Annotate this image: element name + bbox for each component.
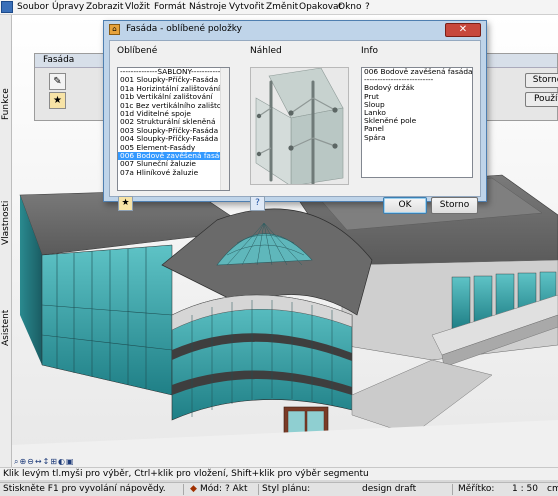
tab-funkce[interactable]: Funkce (0, 67, 12, 142)
list-item[interactable]: 007 Sluneční žaluzie (118, 160, 229, 168)
dialog-app-icon: ⌂ (109, 24, 120, 35)
menu-zmenit[interactable]: Změnit (264, 1, 300, 14)
plan-style-value[interactable]: design draft (362, 483, 416, 496)
status-hint: Klik levým tl.myši pro výběr, Ctrl+klik … (0, 467, 558, 480)
help-icon[interactable]: ? (250, 196, 265, 211)
list-item-selected[interactable]: 006 Bodově zavěšená fasáda (118, 151, 229, 161)
list-item[interactable]: 01d Viditelné spoje (118, 110, 229, 118)
mode-label: Mód: (200, 484, 223, 494)
menu-upravy[interactable]: Úpravy (50, 1, 86, 14)
tab-vlastnosti[interactable]: Vlastnosti (0, 185, 12, 260)
close-icon[interactable]: ✕ (445, 23, 481, 37)
menu-help[interactable]: ? (363, 1, 372, 14)
scale-label: Měřítko: (458, 484, 495, 494)
list-item[interactable]: 003 Sloupky-Příčky-Fasáda 60mm (118, 127, 229, 135)
list-item[interactable]: 004 Sloupky-Příčky-Fasáda 80mm (118, 135, 229, 143)
ok-button[interactable]: OK (383, 197, 427, 214)
preview-pane (250, 67, 349, 185)
list-item[interactable]: 005 Element-Fasády (118, 144, 229, 152)
view-tools-toolbar[interactable]: ⌕⊕⊖↔↕⊞◐▣ (14, 457, 114, 467)
panel-storno-button[interactable]: Storno (525, 73, 558, 88)
favorites-icon[interactable]: ★ (49, 92, 66, 109)
eyedropper-icon[interactable]: ✎ (49, 73, 66, 90)
menu-bar: Soubor Úpravy Zobrazit Vložit Formát Nás… (0, 0, 558, 15)
side-tab-strip: Funkce Vlastnosti Asistent (0, 15, 12, 467)
favorites-dialog: ⌂ Fasáda - oblíbené položky ✕ Oblíbené N… (103, 20, 487, 214)
menu-zobrazit[interactable]: Zobrazit (84, 1, 125, 14)
status-separator (183, 484, 184, 495)
favorites-list[interactable]: --------------ŠABLONY----------------- 0… (117, 67, 230, 191)
list-item[interactable]: 01a Horizintální zalištování (118, 85, 229, 93)
info-line: Spára (364, 132, 386, 142)
list-item[interactable]: 002 Strukturální skleněná (118, 118, 229, 126)
mode-value: ? Akt (225, 484, 248, 494)
unit-value: cm (547, 484, 558, 494)
menu-soubor[interactable]: Soubor (15, 1, 51, 14)
panel-pouzit-button[interactable]: Použít (525, 92, 558, 107)
list-item[interactable]: 07a Hliníkové žaluzie (118, 169, 229, 177)
mode-icon: ◆ (190, 484, 197, 494)
app-icon[interactable] (1, 1, 13, 13)
status-separator (258, 484, 259, 495)
tab-asistent[interactable]: Asistent (0, 290, 12, 365)
list-item[interactable]: 001 Sloupky-Příčky-Fasáda 50mm (118, 76, 229, 84)
menu-okno[interactable]: Okno (336, 1, 364, 14)
list-scrollbar[interactable] (220, 68, 229, 190)
point-fixed-facade-preview (251, 68, 348, 184)
menu-vlozit[interactable]: Vložit (123, 1, 152, 14)
scale-value[interactable]: 1 : 50 (512, 483, 538, 496)
plan-style-label: Styl plánu: (262, 484, 311, 494)
status-help-text: Stiskněte F1 pro vyvolání nápovědy. (3, 484, 166, 494)
dialog-title: Fasáda - oblíbené položky (126, 24, 243, 34)
favorites-label: Oblíbené (117, 46, 158, 56)
menu-vytvorit[interactable]: Vytvořit (227, 1, 266, 14)
status-separator (452, 484, 453, 495)
cancel-button[interactable]: Storno (431, 197, 478, 214)
preview-label: Náhled (250, 46, 282, 56)
list-item[interactable]: --------------ŠABLONY----------------- (118, 68, 229, 76)
list-item[interactable]: 01c Bez vertikálního zalištování (118, 102, 229, 110)
add-favorite-icon[interactable]: ★ (118, 196, 133, 211)
menu-format[interactable]: Formát (152, 1, 188, 14)
info-label: Info (361, 46, 379, 56)
dialog-body: Oblíbené Náhled Info --------------ŠABLO… (109, 40, 481, 214)
menu-nastroje[interactable]: Nástroje (187, 1, 229, 14)
info-box: 006 Bodově zavěšená fasáda -------------… (361, 67, 473, 178)
status-bar: Stiskněte F1 pro vyvolání nápovědy. ◆ Mó… (0, 482, 558, 496)
list-item[interactable]: 01b Vertikální zalištování (118, 93, 229, 101)
